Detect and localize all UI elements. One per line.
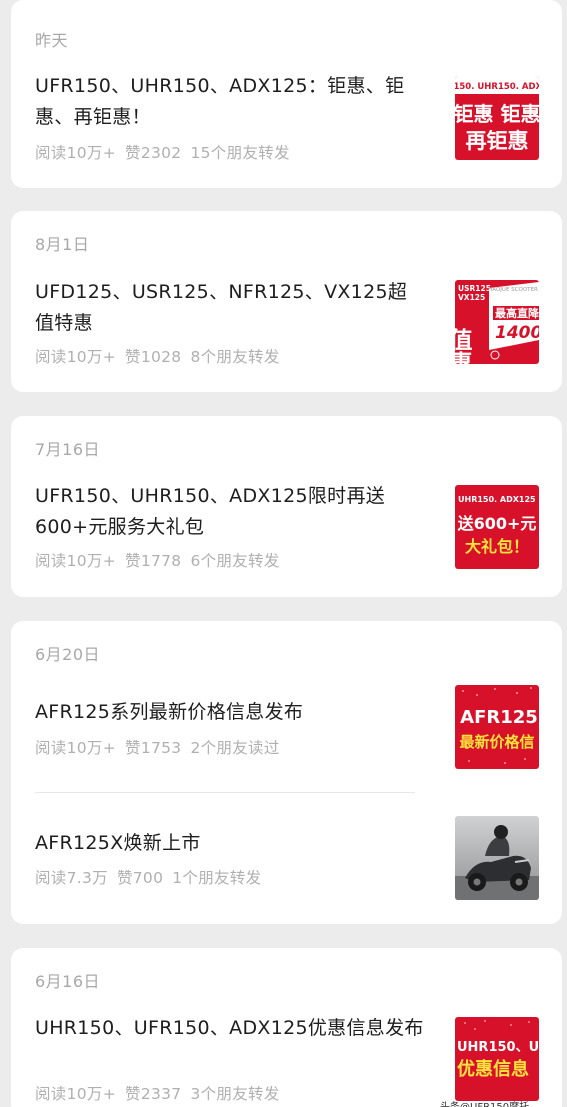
thumb-text-top2: VX125 xyxy=(458,293,485,302)
thumb-text-bottom: 再钜惠 xyxy=(466,129,529,153)
friend-activity: 2个朋友读过 xyxy=(190,739,280,757)
thumb-text-mid: 送600+元 xyxy=(457,514,537,533)
like-count: 赞700 xyxy=(116,869,164,887)
article-title[interactable]: UFR150、UHR150、ADX125：钜惠、钜惠、再钜惠！ xyxy=(35,71,425,133)
article-meta: 阅读10万+ 赞1778 6个朋友转发 xyxy=(35,549,289,571)
article-title[interactable]: UHR150、UFR150、ADX125优惠信息发布 xyxy=(35,1013,425,1044)
article-item[interactable]: AFR125系列最新价格信息发布 阅读10万+ 赞1753 2个朋友读过 AFR12… xyxy=(11,621,562,791)
thumb-text-top: UFR150. UHR150. ADX125 xyxy=(455,82,539,92)
article-title[interactable]: UFD125、USR125、NFR125、VX125超值特惠 xyxy=(35,277,425,339)
article-thumbnail[interactable]: AFR125 最新价格信 xyxy=(455,685,539,769)
promo-thumbnail-graphic: UHR150. ADX125 送600+元 大礼包！ xyxy=(455,485,539,569)
like-count: 赞2302 xyxy=(125,144,182,162)
article-item[interactable]: UFD125、USR125、NFR125、VX125超值特惠 阅读10万+ 赞10… xyxy=(11,211,562,392)
thumb-text-top: UHR150. ADX125 xyxy=(458,495,536,504)
friend-activity: 1个朋友转发 xyxy=(172,869,262,887)
article-meta: 阅读10万+ 赞2302 15个朋友转发 xyxy=(35,141,299,163)
like-count: 赞1753 xyxy=(125,739,182,757)
thumb-brand: HAOJUE SCOOTER xyxy=(488,287,538,293)
thumb-text-top: UHR150、UFR1 xyxy=(457,1040,539,1055)
scooter-photo xyxy=(455,816,539,900)
friend-activity: 8个朋友转发 xyxy=(190,348,280,366)
thumb-text-left: 值惠 xyxy=(455,327,473,364)
thumb-text-bottom: 大礼包！ xyxy=(465,537,529,556)
article-thumbnail[interactable]: UHR150. ADX125 送600+元 大礼包！ xyxy=(455,485,539,569)
thumb-text-top: USR125 xyxy=(458,284,491,293)
article-feed: 昨天 UFR150、UHR150、ADX125：钜惠、钜惠、再钜惠！ 阅读10万… xyxy=(0,0,567,1107)
like-count: 赞2337 xyxy=(125,1085,182,1103)
date-group-card: 7月16日 UFR150、UHR150、ADX125限时再送600+元服务大礼包… xyxy=(11,416,562,597)
watermark-text: 头条@UFR150摩托 xyxy=(440,1098,529,1107)
read-count: 阅读7.3万 xyxy=(35,869,108,887)
promo-thumbnail-graphic: UFR150. UHR150. ADX125 钜惠 钜惠 再钜惠 xyxy=(455,76,539,160)
date-group-card: 6月20日 AFR125系列最新价格信息发布 阅读10万+ 赞1753 2个朋友读过… xyxy=(11,621,562,924)
article-item[interactable]: AFR125X焕新上市 阅读7.3万 赞700 1个朋友转发 xyxy=(11,793,562,924)
date-group-card: 8月1日 UFD125、USR125、NFR125、VX125超值特惠 阅读10… xyxy=(11,211,562,392)
promo-thumbnail-graphic: USR125 VX125 HAOJUE SCOOTER 值惠 最高直降 1400 xyxy=(455,280,539,364)
article-item[interactable]: UFR150、UHR150、ADX125：钜惠、钜惠、再钜惠！ 阅读10万+ 赞2… xyxy=(11,0,562,188)
date-group-card: 昨天 UFR150、UHR150、ADX125：钜惠、钜惠、再钜惠！ 阅读10万… xyxy=(11,0,562,188)
friend-activity: 3个朋友转发 xyxy=(190,1085,280,1103)
like-count: 赞1778 xyxy=(125,552,182,570)
thumb-text-bottom: 最新价格信 xyxy=(459,733,534,751)
promo-thumbnail-graphic: AFR125 最新价格信 xyxy=(455,685,539,769)
article-item[interactable]: UHR150、UFR150、ADX125优惠信息发布 阅读10万+ 赞2337 3个… xyxy=(11,948,562,1107)
date-group-card: 6月16日 UHR150、UFR150、ADX125优惠信息发布 阅读10万+ 赞… xyxy=(11,948,562,1107)
friend-activity: 6个朋友转发 xyxy=(190,552,280,570)
article-title[interactable]: AFR125系列最新价格信息发布 xyxy=(35,697,425,728)
article-title[interactable]: AFR125X焕新上市 xyxy=(35,828,425,859)
article-thumbnail[interactable] xyxy=(455,816,539,900)
article-meta: 阅读10万+ 赞2337 3个朋友转发 xyxy=(35,1082,289,1104)
article-meta: 阅读10万+ 赞1028 8个朋友转发 xyxy=(35,345,289,367)
read-count: 阅读10万+ xyxy=(35,739,117,757)
article-thumbnail[interactable]: USR125 VX125 HAOJUE SCOOTER 值惠 最高直降 1400 xyxy=(455,280,539,364)
read-count: 阅读10万+ xyxy=(35,552,117,570)
like-count: 赞1028 xyxy=(125,348,182,366)
article-meta: 阅读7.3万 赞700 1个朋友转发 xyxy=(35,866,270,888)
read-count: 阅读10万+ xyxy=(35,348,117,366)
article-thumbnail[interactable]: UHR150、UFR1 优惠信息 xyxy=(455,1017,539,1101)
friend-activity: 15个朋友转发 xyxy=(190,144,290,162)
thumb-text-right-top: 最高直降 xyxy=(495,306,539,320)
thumb-text-number: 1400 xyxy=(495,323,539,343)
thumb-text-mid: 钜惠 钜惠 xyxy=(455,102,539,126)
article-title[interactable]: UFR150、UHR150、ADX125限时再送600+元服务大礼包 xyxy=(35,481,425,543)
thumb-text-bottom: 优惠信息 xyxy=(457,1058,529,1080)
promo-thumbnail-graphic: UHR150、UFR1 优惠信息 xyxy=(455,1017,539,1101)
article-thumbnail[interactable]: UFR150. UHR150. ADX125 钜惠 钜惠 再钜惠 xyxy=(455,76,539,160)
article-meta: 阅读10万+ 赞1753 2个朋友读过 xyxy=(35,736,289,758)
read-count: 阅读10万+ xyxy=(35,144,117,162)
read-count: 阅读10万+ xyxy=(35,1085,117,1103)
article-item[interactable]: UFR150、UHR150、ADX125限时再送600+元服务大礼包 阅读10万… xyxy=(11,416,562,597)
thumb-text-top: AFR125 xyxy=(460,707,538,728)
